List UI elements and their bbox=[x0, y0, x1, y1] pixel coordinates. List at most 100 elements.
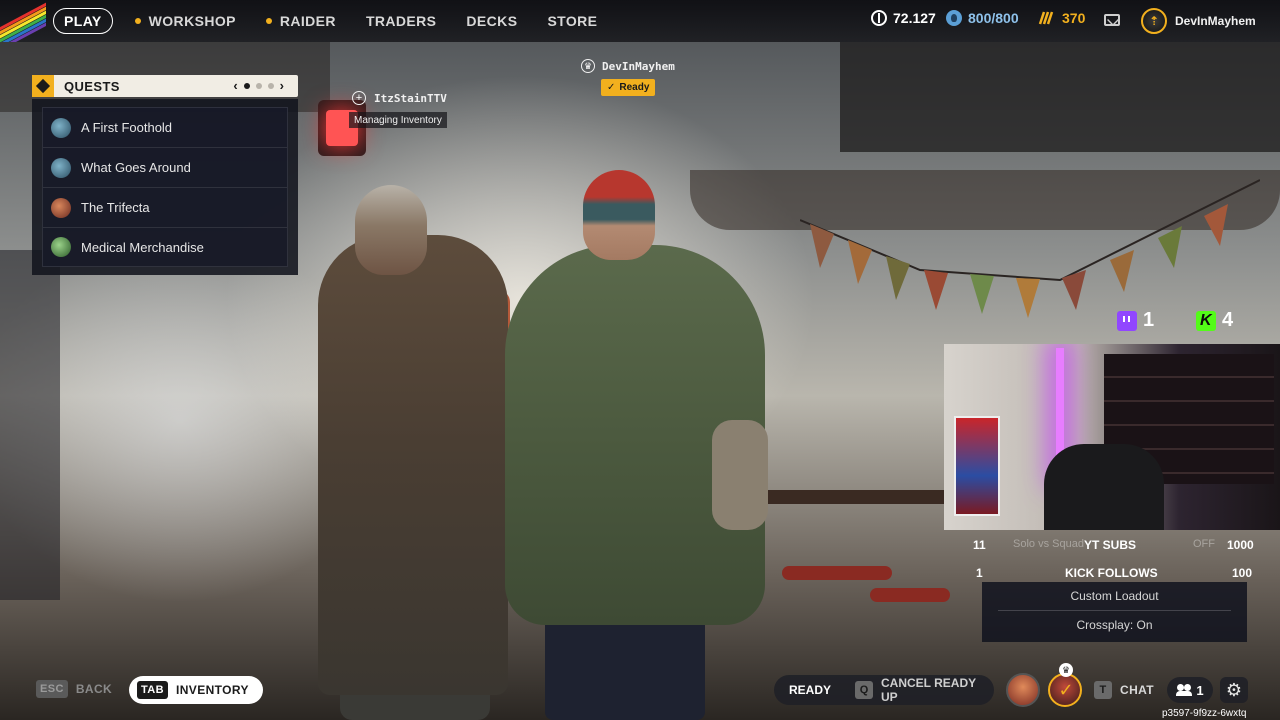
quests-title: QUESTS bbox=[64, 78, 120, 94]
top-navigation-bar: PLAY WORKSHOP RAIDER TRADERS DECKS STORE… bbox=[0, 0, 1280, 42]
back-button[interactable]: ESC BACK bbox=[36, 680, 112, 698]
checkmark-icon: ✓ bbox=[1058, 679, 1074, 700]
lobby-options-panel: Custom Loadout Crossplay: On bbox=[982, 582, 1247, 642]
quests-list: A First Foothold What Goes Around The Tr… bbox=[32, 99, 298, 275]
cred-icon bbox=[1038, 11, 1054, 25]
red-lamp bbox=[318, 100, 366, 156]
quest-item[interactable]: What Goes Around bbox=[42, 147, 288, 187]
ready-button[interactable]: READY bbox=[789, 683, 831, 697]
party-icon bbox=[1176, 684, 1193, 696]
chevron-right-icon[interactable]: › bbox=[280, 78, 284, 93]
quests-pager: ‹ › bbox=[233, 78, 284, 93]
squad-member-name: ItzStainTTV bbox=[374, 92, 447, 105]
nav-tab-label: RAIDER bbox=[279, 13, 336, 29]
ready-status-badge: ✓ Ready bbox=[601, 79, 656, 96]
bar-shelf bbox=[760, 490, 960, 504]
kick-icon bbox=[1196, 310, 1216, 331]
squad-leader-name: DevInMayhem bbox=[602, 60, 675, 73]
inventory-button[interactable]: TAB INVENTORY bbox=[129, 676, 263, 704]
nav-tab-label: WORKSHOP bbox=[148, 13, 236, 29]
alert-dot-icon bbox=[134, 18, 141, 24]
nav-tab-workshop[interactable]: WORKSHOP bbox=[134, 8, 236, 34]
nav-tab-label: PLAY bbox=[64, 13, 102, 29]
mail-icon[interactable] bbox=[1104, 14, 1120, 26]
quest-giver-avatar bbox=[51, 197, 71, 218]
cred-value: 370 bbox=[1062, 10, 1086, 26]
kick-viewer-count: 4 bbox=[1196, 309, 1233, 332]
right-raider-glove bbox=[712, 420, 768, 530]
squad-member-avatar[interactable] bbox=[1006, 673, 1040, 707]
crossplay-option[interactable]: Crossplay: On bbox=[982, 611, 1247, 639]
goal-row: 1 KICK FOLLOWS 100 bbox=[944, 562, 1280, 584]
bar-stool bbox=[870, 588, 950, 602]
cred-counter[interactable]: 370 bbox=[1038, 10, 1085, 26]
nav-tab-label: DECKS bbox=[466, 13, 518, 29]
t-key: T bbox=[1094, 681, 1112, 699]
coins-counter[interactable]: 72.127 bbox=[871, 10, 936, 26]
crown-icon: ♛ bbox=[581, 59, 595, 73]
goal-target: 1000 bbox=[1227, 538, 1254, 552]
profile-name[interactable]: DevInMayhem bbox=[1175, 14, 1256, 28]
overhead-sign bbox=[840, 42, 1280, 152]
nav-tab-traders[interactable]: TRADERS bbox=[366, 8, 436, 34]
add-friend-icon[interactable]: + bbox=[352, 91, 366, 105]
nav-tab-label: STORE bbox=[547, 13, 598, 29]
main-nav: PLAY WORKSHOP RAIDER TRADERS DECKS STORE bbox=[53, 8, 627, 34]
seed-token-icon bbox=[946, 10, 962, 26]
quest-label: Medical Merchandise bbox=[81, 239, 204, 255]
quests-header: QUESTS ‹ › bbox=[32, 75, 298, 97]
back-label: BACK bbox=[75, 682, 113, 696]
quests-panel: QUESTS ‹ › A First Foothold What Goes Ar… bbox=[32, 75, 298, 275]
coins-value: 72.127 bbox=[893, 10, 936, 26]
seeds-counter[interactable]: 800/800 bbox=[946, 10, 1019, 26]
twitch-viewer-value: 1 bbox=[1143, 309, 1155, 331]
chevron-left-icon[interactable]: ‹ bbox=[233, 78, 237, 93]
quest-giver-avatar bbox=[51, 117, 71, 138]
quest-item[interactable]: A First Foothold bbox=[42, 107, 288, 147]
right-raider-head bbox=[583, 170, 655, 260]
chat-button[interactable]: T CHAT bbox=[1094, 681, 1154, 699]
goal-label: YT SUBS bbox=[1084, 538, 1137, 552]
squad-member-status: Managing Inventory bbox=[349, 112, 447, 128]
ready-status-label: Ready bbox=[619, 82, 650, 93]
settings-button[interactable]: ⚙ bbox=[1220, 677, 1248, 703]
page-dot-active bbox=[243, 82, 250, 89]
esc-key: ESC bbox=[36, 680, 68, 698]
crown-icon: ♛ bbox=[1059, 663, 1073, 677]
q-key: Q bbox=[855, 681, 874, 699]
chat-label: CHAT bbox=[1120, 683, 1155, 697]
checkmark-icon: ✓ bbox=[607, 82, 616, 93]
quest-label: A First Foothold bbox=[81, 120, 173, 135]
quest-label: What Goes Around bbox=[81, 160, 191, 175]
nav-tab-label: TRADERS bbox=[365, 13, 437, 29]
quest-giver-avatar bbox=[51, 237, 71, 257]
goal-label: KICK FOLLOWS bbox=[1065, 566, 1158, 580]
rank-badge-icon[interactable]: ⇡ bbox=[1141, 8, 1167, 34]
coins-icon bbox=[871, 10, 887, 26]
custom-loadout-option[interactable]: Custom Loadout bbox=[982, 582, 1247, 610]
wall-poster bbox=[954, 416, 1000, 516]
quest-item[interactable]: Medical Merchandise bbox=[42, 227, 288, 267]
nav-tab-store[interactable]: STORE bbox=[547, 8, 597, 34]
bar-stool bbox=[782, 566, 892, 580]
nav-tab-raider[interactable]: RAIDER bbox=[265, 8, 336, 34]
quest-item[interactable]: The Trifecta bbox=[42, 187, 288, 227]
cancel-ready-button[interactable]: CANCEL READY UP bbox=[881, 676, 994, 704]
session-id: p3597-9f9zz-6wxtq bbox=[1162, 708, 1247, 719]
left-raider-body bbox=[318, 235, 508, 695]
gaming-chair bbox=[1044, 444, 1164, 530]
twitch-icon bbox=[1117, 310, 1137, 331]
party-button[interactable]: 1 bbox=[1167, 677, 1213, 703]
page-dot bbox=[255, 82, 262, 89]
twitch-viewer-count: 1 bbox=[1117, 309, 1154, 332]
goal-target: 100 bbox=[1232, 566, 1253, 580]
goal-current: 11 bbox=[973, 538, 986, 552]
nav-tab-play[interactable]: PLAY bbox=[53, 8, 113, 34]
goal-current: 1 bbox=[976, 566, 983, 580]
tab-key: TAB bbox=[137, 681, 168, 699]
gear-icon: ⚙ bbox=[1225, 679, 1243, 700]
faded-setting-value: OFF bbox=[1193, 538, 1215, 550]
kick-viewer-value: 4 bbox=[1222, 309, 1234, 331]
quest-label: The Trifecta bbox=[81, 200, 150, 215]
nav-tab-decks[interactable]: DECKS bbox=[466, 8, 517, 34]
